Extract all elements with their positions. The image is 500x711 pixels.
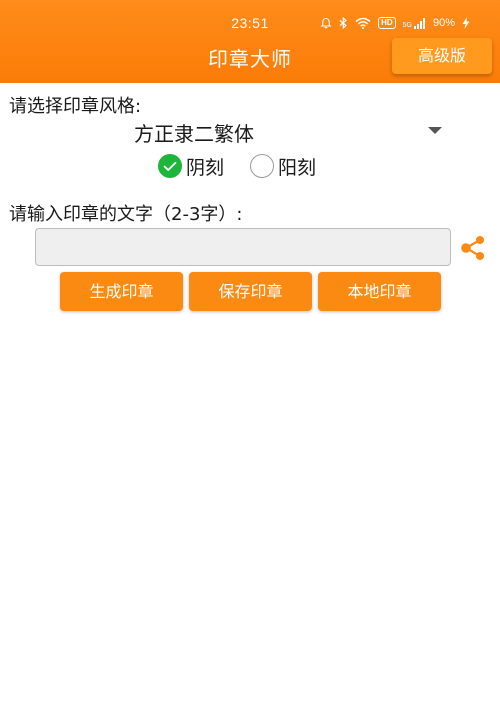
dropdown-arrow-icon <box>428 127 442 134</box>
bluetooth-icon <box>339 17 348 29</box>
share-icon[interactable] <box>458 233 488 263</box>
font-style-value: 方正隶二繁体 <box>134 122 254 146</box>
network-label: 5G <box>402 21 412 29</box>
radio-yangke[interactable]: 阳刻 <box>250 153 316 180</box>
pro-version-button[interactable]: 高级版 <box>392 38 492 74</box>
battery-percent: 90% <box>432 17 455 29</box>
checkmark-icon <box>158 154 182 178</box>
wifi-icon <box>355 17 371 29</box>
save-seal-button[interactable]: 保存印章 <box>189 272 312 311</box>
radio-yangke-label: 阳刻 <box>278 156 317 179</box>
seal-text-input[interactable] <box>35 228 451 266</box>
local-seal-button[interactable]: 本地印章 <box>318 272 441 311</box>
status-bar: 23:51 HD 5G 90% <box>0 0 500 38</box>
app-header: 23:51 HD 5G 90% 印章大师 高级版 <box>0 0 500 83</box>
generate-seal-button[interactable]: 生成印章 <box>60 272 183 311</box>
charging-icon <box>462 17 470 29</box>
radio-yinke[interactable]: 阴刻 <box>158 153 224 180</box>
radio-unchecked-icon <box>250 154 275 178</box>
font-style-dropdown[interactable]: 方正隶二繁体 <box>60 114 450 148</box>
hd-badge: HD <box>378 17 396 29</box>
signal-icon: 5G <box>402 17 426 29</box>
text-label: 请输入印章的文字（2-3字）: <box>9 204 243 225</box>
carve-style-radio-group: 阴刻 阳刻 <box>158 152 342 180</box>
app-screen: 23:51 HD 5G 90% 印章大师 高级版 请选择印章风格: 方正隶二繁体… <box>0 0 500 711</box>
status-icons: HD 5G 90% <box>320 17 470 29</box>
radio-yinke-label: 阴刻 <box>186 156 225 179</box>
alarm-icon <box>320 17 332 29</box>
